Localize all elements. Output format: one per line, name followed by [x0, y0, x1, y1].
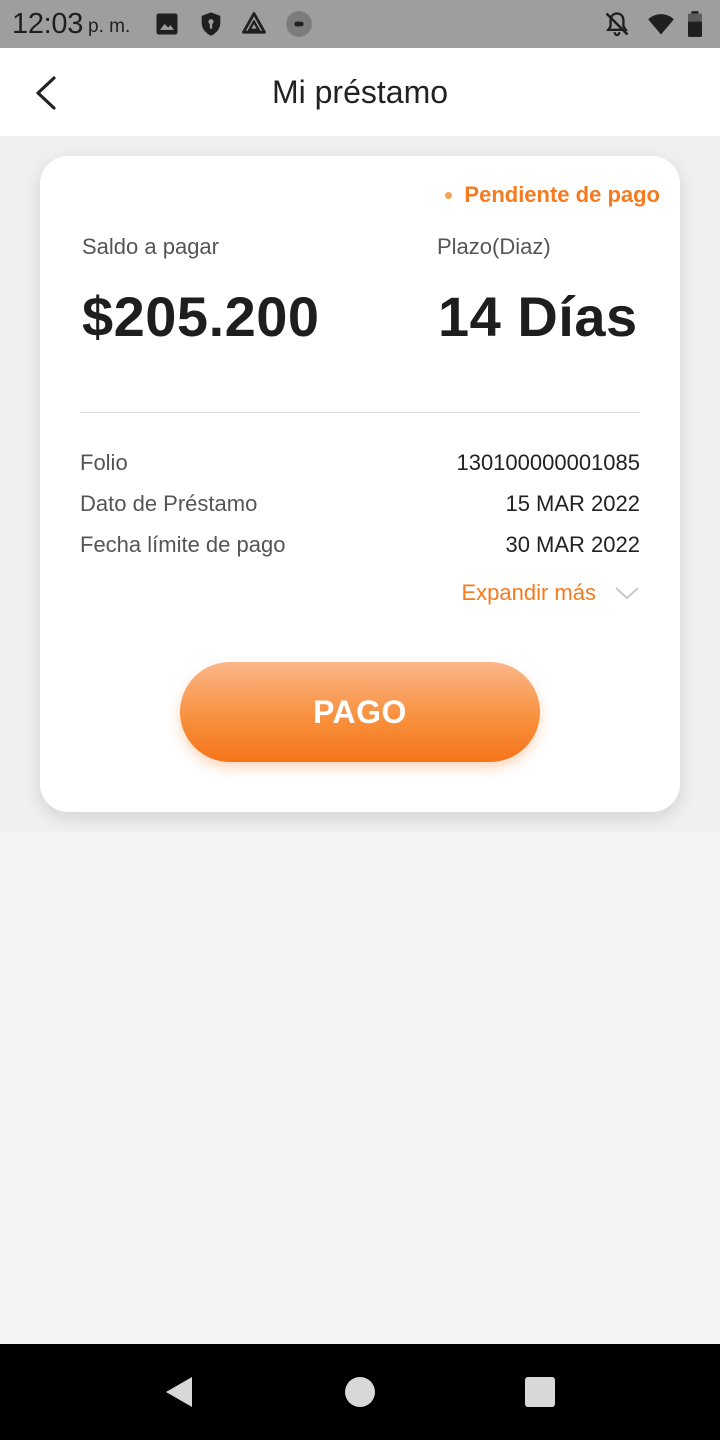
- term-label: Plazo(Diaz): [437, 234, 551, 259]
- due-date-value: 30 MAR 2022: [505, 532, 640, 557]
- expand-more-label: Expandir más: [461, 580, 596, 605]
- shield-icon: [201, 12, 221, 36]
- gallery-icon: [156, 13, 178, 35]
- app-bar: Mi préstamo: [0, 48, 720, 136]
- pay-button-label: PAGO: [313, 693, 407, 730]
- loan-date-value: 15 MAR 2022: [505, 491, 640, 516]
- balance-label: Saldo a pagar: [82, 234, 219, 259]
- record-icon: [286, 11, 312, 37]
- term-value: 14 Días: [438, 285, 638, 348]
- navigation-bar: [0, 1344, 720, 1440]
- folio-value: 130100000001085: [456, 450, 640, 475]
- loan-card: Pendiente de pago Saldo a pagar $205.200…: [40, 156, 680, 812]
- status-badge: Pendiente de pago: [445, 182, 660, 208]
- chevron-down-icon: [615, 587, 639, 600]
- status-ampm: p. m.: [88, 16, 131, 37]
- notifications-off-icon: [605, 12, 629, 37]
- battery-icon: [688, 11, 702, 37]
- drive-icon: [242, 12, 266, 34]
- due-date-label: Fecha límite de pago: [80, 532, 286, 557]
- balance-value: $205.200: [82, 285, 320, 348]
- pay-button[interactable]: PAGO: [180, 662, 540, 762]
- divider: [80, 412, 640, 413]
- status-time: 12:03: [12, 8, 84, 40]
- page-title: Mi préstamo: [271, 74, 449, 110]
- nav-back-icon[interactable]: [160, 1372, 200, 1412]
- folio-label: Folio: [80, 450, 128, 475]
- nav-home-icon[interactable]: [340, 1372, 380, 1412]
- status-bar: 12:03 p. m.: [0, 0, 720, 48]
- status-dot-icon: [445, 191, 453, 199]
- loan-date-label: Dato de Préstamo: [80, 491, 258, 516]
- expand-more-button[interactable]: Expandir más: [461, 580, 640, 606]
- wifi-icon: [648, 14, 674, 35]
- nav-recents-icon[interactable]: [520, 1372, 560, 1412]
- status-text: Pendiente de pago: [464, 182, 660, 207]
